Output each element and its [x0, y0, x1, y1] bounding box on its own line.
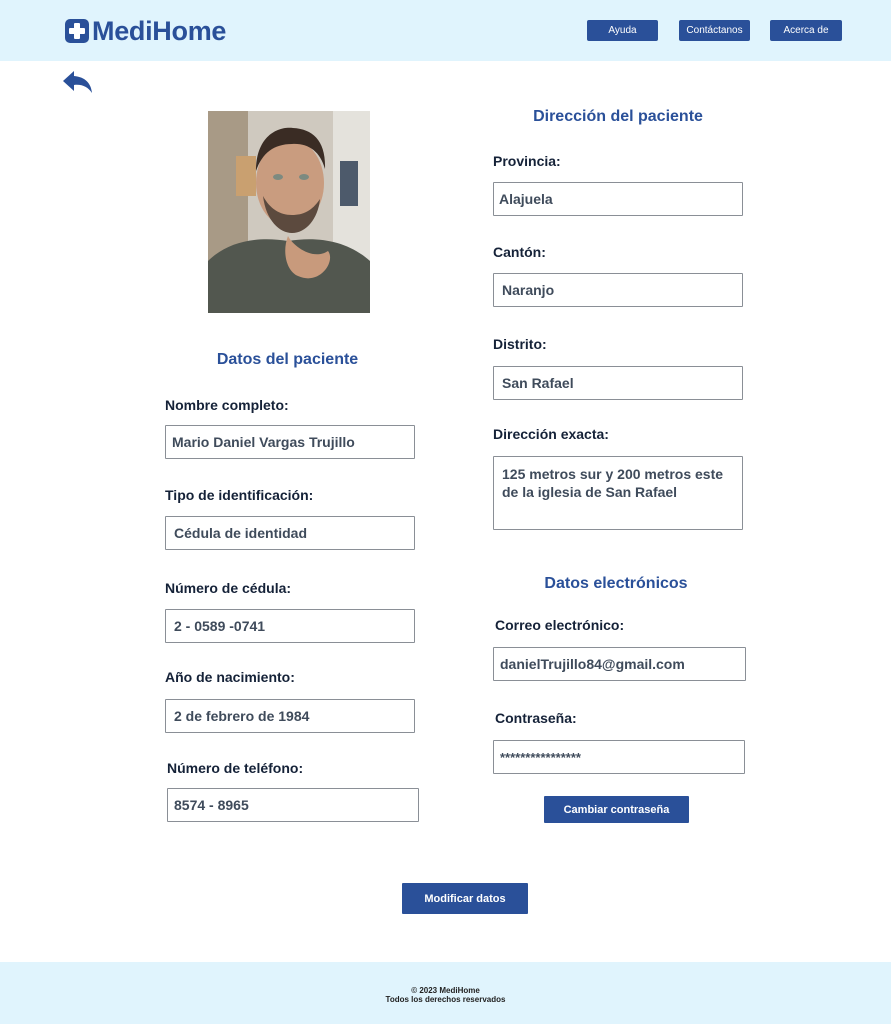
- nav-contact-button[interactable]: Contáctanos: [679, 20, 750, 41]
- phone-label: Número de teléfono:: [167, 760, 304, 776]
- password-label: Contraseña:: [495, 710, 577, 726]
- id-type-label: Tipo de identificación:: [165, 487, 314, 503]
- province-field[interactable]: [493, 182, 743, 216]
- canton-field[interactable]: [493, 273, 743, 307]
- modify-data-button[interactable]: Modificar datos: [402, 883, 528, 914]
- canton-label: Cantón:: [493, 244, 546, 260]
- top-header: MediHome Ayuda Contáctanos Acerca de: [0, 0, 891, 61]
- id-type-field[interactable]: [165, 516, 415, 550]
- patient-data-title: Datos del paciente: [216, 351, 359, 368]
- electronic-data-title: Datos electrónicos: [544, 575, 688, 592]
- province-label: Provincia:: [493, 153, 561, 169]
- brand-logo[interactable]: MediHome: [65, 16, 226, 46]
- phone-field[interactable]: [167, 788, 419, 822]
- footer-rights: Todos los derechos reservados: [385, 995, 506, 1004]
- exact-address-field[interactable]: 125 metros sur y 200 metros este de la i…: [493, 456, 743, 530]
- address-title: Dirección del paciente: [533, 108, 703, 125]
- birth-label: Año de nacimiento:: [165, 669, 295, 685]
- email-field[interactable]: [493, 647, 746, 681]
- district-label: Distrito:: [493, 336, 547, 352]
- exact-address-label: Dirección exacta:: [493, 426, 609, 442]
- full-name-label: Nombre completo:: [165, 397, 289, 413]
- medical-cross-icon: [65, 19, 89, 43]
- password-field[interactable]: [493, 740, 745, 774]
- id-number-field[interactable]: [165, 609, 415, 643]
- district-field[interactable]: [493, 366, 743, 400]
- birth-field[interactable]: [165, 699, 415, 733]
- brand-name: MediHome: [92, 15, 227, 46]
- nav-help-button[interactable]: Ayuda: [587, 20, 658, 41]
- back-arrow-icon[interactable]: [62, 70, 94, 94]
- nav-about-button[interactable]: Acerca de: [770, 20, 842, 41]
- email-label: Correo electrónico:: [495, 617, 625, 633]
- id-number-label: Número de cédula:: [165, 580, 292, 596]
- page-footer: © 2023 MediHome Todos los derechos reser…: [0, 962, 891, 1024]
- full-name-field[interactable]: [165, 425, 415, 459]
- change-password-button[interactable]: Cambiar contraseña: [544, 796, 689, 823]
- patient-photo: [208, 111, 370, 313]
- footer-copyright: © 2023 MediHome: [411, 986, 480, 995]
